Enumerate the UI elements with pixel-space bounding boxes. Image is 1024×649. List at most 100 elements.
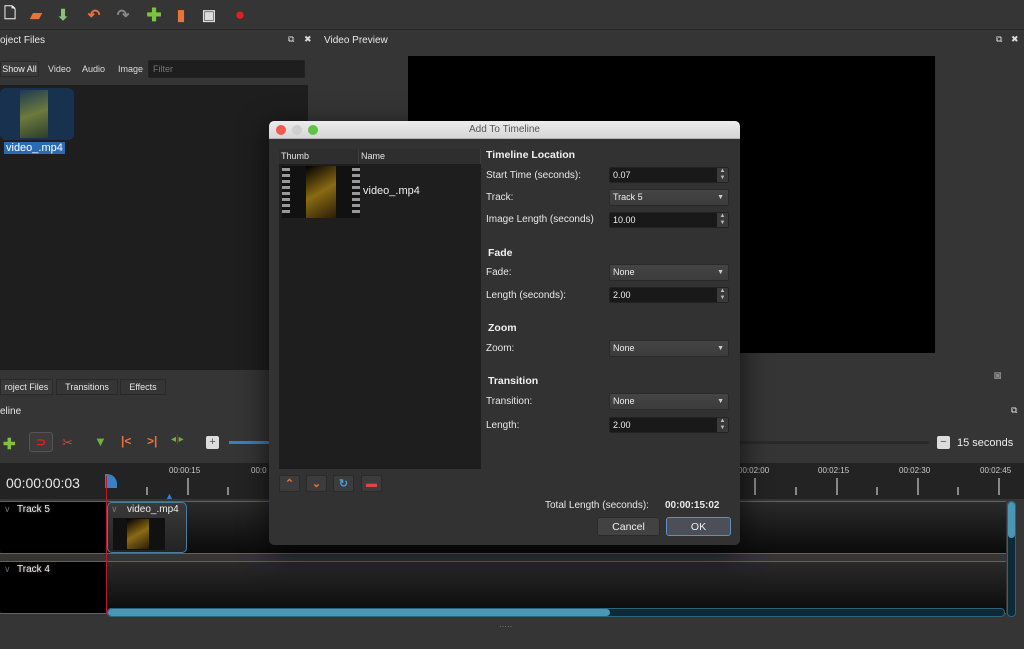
zoom-in-icon[interactable]: +	[206, 436, 219, 449]
save-project-icon[interactable]: ⬇	[55, 7, 71, 24]
razor-icon[interactable]: ✂	[62, 435, 73, 451]
filter-input[interactable]	[148, 60, 305, 78]
move-down-button[interactable]: ⌄	[306, 475, 327, 492]
fade-select[interactable]: None ▼	[609, 264, 729, 281]
section-timeline-location: Timeline Location	[486, 149, 576, 161]
remove-button[interactable]: ▬	[361, 475, 382, 492]
file-name[interactable]: video_.mp4	[4, 142, 65, 154]
file-thumbnail[interactable]	[282, 166, 360, 218]
timeline-clip[interactable]: ∨ video_.mp4	[107, 502, 187, 553]
camera-icon[interactable]: ◙	[994, 368, 1001, 382]
track-row[interactable]	[0, 561, 1006, 614]
track-menu-icon[interactable]: ∨	[4, 504, 11, 515]
redo-icon[interactable]: ↷	[115, 7, 131, 24]
section-zoom: Zoom	[488, 322, 517, 334]
filter-show-all-button[interactable]: Show All	[0, 61, 39, 77]
open-project-icon[interactable]: ▰	[28, 7, 44, 24]
start-time-input[interactable]: 0.07 ▲ ▼	[609, 167, 729, 183]
shuffle-button[interactable]: ↻	[333, 475, 354, 492]
horizontal-scrollbar[interactable]	[107, 608, 1005, 617]
center-playhead-icon[interactable]: ◂|▸	[171, 434, 184, 445]
track-select[interactable]: Track 5 ▼	[609, 189, 729, 206]
float-preview-icon[interactable]: ⧉	[996, 34, 1002, 45]
start-time-value: 0.07	[613, 170, 631, 180]
spin-arrows-icon[interactable]: ▲ ▼	[717, 168, 728, 182]
add-to-timeline-dialog: Add To Timeline Thumb Name video_.mp4 ⌃ …	[269, 121, 740, 545]
tab-effects[interactable]: Effects	[120, 379, 166, 395]
file-thumbnail[interactable]	[0, 88, 74, 140]
zoom-out-icon[interactable]: −	[937, 436, 950, 449]
spin-arrows-icon[interactable]: ▲ ▼	[717, 288, 728, 302]
track-name: Track 4	[17, 564, 50, 575]
column-header-name[interactable]: Name	[359, 149, 481, 164]
tab-project-files[interactable]: roject Files	[0, 379, 53, 395]
ruler-tick	[836, 478, 838, 495]
track-header[interactable]	[0, 562, 106, 613]
filter-audio-button[interactable]: Audio	[82, 64, 105, 74]
fade-length-input[interactable]: 2.00 ▲ ▼	[609, 287, 729, 303]
next-marker-icon[interactable]: >|	[147, 434, 157, 448]
zoom-label: Zoom:	[486, 343, 515, 354]
zoom-select[interactable]: None ▼	[609, 340, 729, 357]
undo-icon[interactable]: ↶	[86, 7, 102, 24]
fade-length-label: Length (seconds):	[486, 290, 567, 301]
transition-length-label: Length:	[486, 420, 520, 431]
ruler-tick	[187, 478, 189, 495]
marker-icon[interactable]: ▲	[165, 491, 174, 501]
import-files-icon[interactable]: ✚	[146, 5, 162, 25]
transition-value: None	[613, 396, 635, 406]
timeline-title: eline	[0, 406, 22, 417]
filter-image-button[interactable]: Image	[118, 64, 143, 74]
transition-select[interactable]: None ▼	[609, 393, 729, 410]
snap-toggle-icon[interactable]: ⊃	[29, 432, 53, 452]
filter-video-button[interactable]: Video	[48, 64, 71, 74]
tab-transitions[interactable]: Transitions	[56, 379, 118, 395]
add-track-icon[interactable]: ✚	[3, 435, 16, 453]
spin-arrows-icon[interactable]: ▲ ▼	[717, 213, 728, 227]
dialog-file-list[interactable]: Thumb Name video_.mp4	[279, 149, 481, 469]
transition-length-value: 2.00	[613, 420, 631, 430]
fullscreen-icon[interactable]: ▣	[201, 7, 217, 24]
track-label: Track:	[486, 192, 514, 203]
chevron-down-icon: ▼	[717, 345, 724, 352]
transition-length-input[interactable]: 2.00 ▲ ▼	[609, 417, 729, 433]
section-transition: Transition	[488, 375, 539, 387]
ruler-label: 00:02:45	[980, 466, 1012, 475]
add-marker-icon[interactable]: ▼	[94, 434, 107, 449]
track-header[interactable]	[0, 502, 106, 553]
close-dock-icon[interactable]: ✖	[304, 34, 312, 45]
project-files-list[interactable]: video_.mp4	[0, 85, 308, 370]
cancel-button[interactable]: Cancel	[597, 517, 660, 536]
fade-value: None	[613, 267, 635, 277]
vertical-scrollbar[interactable]	[1007, 501, 1016, 617]
column-header-thumb[interactable]: Thumb	[279, 149, 359, 164]
resize-handle-icon[interactable]: ·····	[499, 622, 512, 631]
ruler-label: 00:02:30	[899, 466, 931, 475]
chevron-down-icon: ▼	[717, 398, 724, 405]
profile-icon[interactable]: ▮	[173, 7, 189, 24]
image-length-value: 10.00	[613, 215, 636, 225]
track-value: Track 5	[613, 192, 643, 202]
previous-marker-icon[interactable]: |<	[121, 434, 131, 448]
spin-arrows-icon[interactable]: ▲ ▼	[717, 418, 728, 432]
float-dock-icon[interactable]: ⧉	[288, 34, 294, 45]
ruler-tick	[754, 478, 756, 495]
export-video-icon[interactable]: ●	[232, 5, 248, 24]
float-timeline-icon[interactable]: ⧉	[1011, 405, 1017, 416]
zoom-label: 15 seconds	[957, 437, 1014, 449]
clip-menu-icon[interactable]: ∨	[111, 504, 118, 515]
section-fade: Fade	[488, 247, 513, 259]
new-project-icon[interactable]: 🗋	[2, 5, 18, 23]
image-length-input[interactable]: 10.00 ▲ ▼	[609, 212, 729, 228]
fade-length-value: 2.00	[613, 290, 631, 300]
current-time: 00:00:00:03	[6, 475, 80, 491]
close-preview-icon[interactable]: ✖	[1011, 34, 1019, 45]
move-up-button[interactable]: ⌃	[279, 475, 300, 492]
ruler-tick	[917, 478, 919, 495]
ok-button[interactable]: OK	[666, 517, 731, 536]
ruler-label: 00:02:00	[738, 466, 770, 475]
track-menu-icon[interactable]: ∨	[4, 564, 11, 575]
dialog-titlebar[interactable]: Add To Timeline	[269, 121, 740, 139]
file-name[interactable]: video_.mp4	[363, 185, 420, 197]
project-files-title: oject Files	[0, 35, 46, 46]
